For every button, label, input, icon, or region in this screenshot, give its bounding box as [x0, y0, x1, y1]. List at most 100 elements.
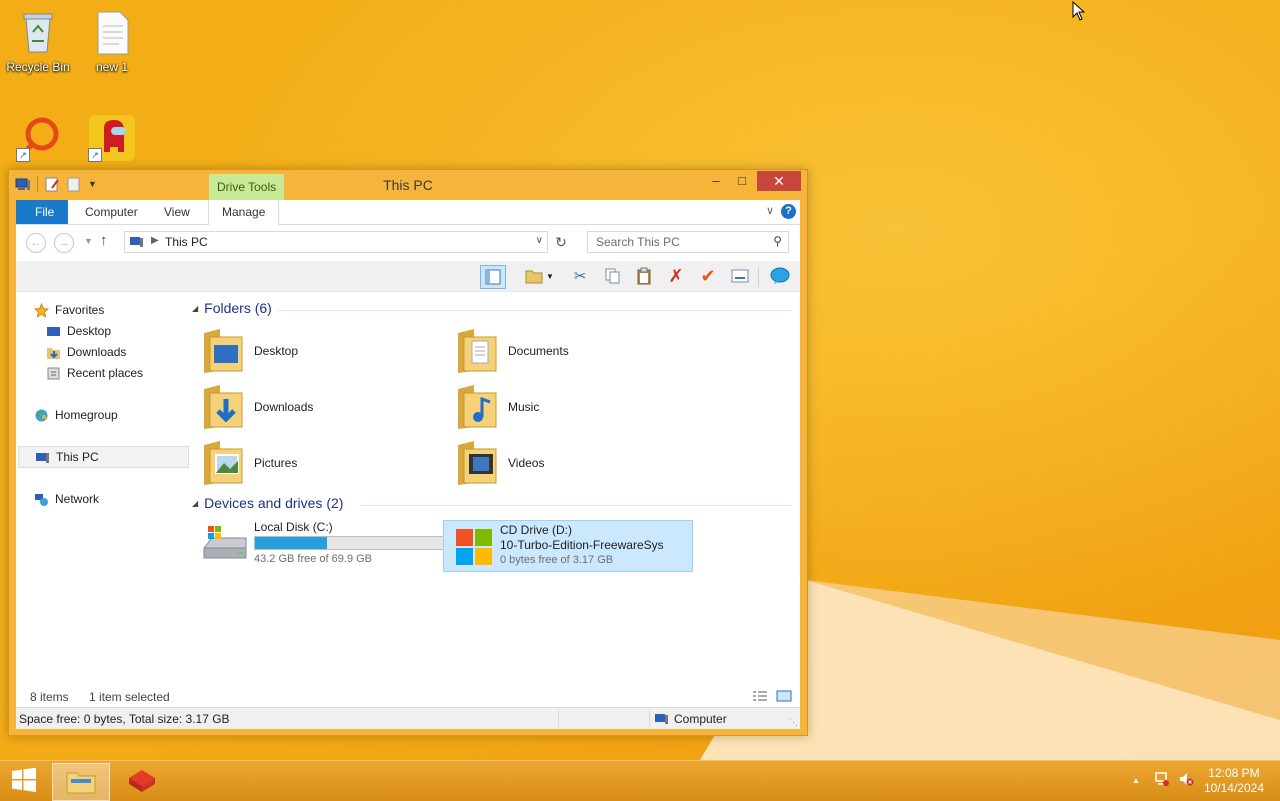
drive-volume-label: 10-Turbo-Edition-FreewareSys — [500, 538, 664, 552]
folders-group-header[interactable]: ◢ Folders (6) — [192, 300, 272, 316]
recent-places-icon — [46, 366, 61, 381]
group-divider — [278, 310, 792, 311]
tab-manage[interactable]: Manage — [208, 200, 280, 225]
resize-grip-icon[interactable]: ⋱ — [789, 717, 798, 728]
search-icon[interactable]: ⚲ — [773, 234, 782, 248]
tab-view[interactable]: View — [151, 200, 203, 224]
drives-group-header[interactable]: ◢ Devices and drives (2) — [192, 495, 343, 511]
folder-item-videos[interactable]: Videos — [456, 438, 706, 488]
refresh-icon[interactable]: ↻ — [550, 231, 572, 253]
cut-icon[interactable]: ✂ — [568, 265, 592, 287]
recent-locations-chevron-icon[interactable]: ▼ — [84, 236, 93, 246]
folder-name: Videos — [508, 456, 545, 470]
desktop-icon-recycle-bin[interactable]: Recycle Bin — [0, 8, 76, 74]
title-bar[interactable]: ▼ Drive Tools This PC – □ ✕ — [9, 170, 807, 200]
expand-ribbon-chevron-down-icon[interactable]: ∨ — [766, 204, 774, 217]
desktop-icon-app-shortcut[interactable]: ↗ — [2, 114, 78, 166]
drive-free-space: 0 bytes free of 3.17 GB — [500, 554, 614, 566]
drives-header-label: Devices and drives (2) — [204, 495, 344, 511]
drive-name: CD Drive (D:) — [500, 523, 572, 537]
collapse-triangle-icon: ◢ — [192, 498, 199, 508]
folder-item-downloads[interactable]: Downloads — [202, 382, 452, 432]
folder-item-documents[interactable]: Documents — [456, 326, 706, 376]
tab-computer[interactable]: Computer — [72, 200, 151, 224]
taskbar-app[interactable] — [114, 763, 170, 799]
folder-name: Documents — [508, 344, 569, 358]
nav-recent-places-label: Recent places — [67, 366, 144, 380]
folder-item-pictures[interactable]: Pictures — [202, 438, 452, 488]
downloads-folder-icon — [202, 383, 244, 431]
windows-cd-drive-icon — [454, 527, 500, 567]
taskbar-file-explorer[interactable] — [52, 763, 110, 801]
desktop-icon-new-1[interactable]: new 1 — [74, 8, 150, 74]
nav-favorites[interactable]: Favorites — [33, 300, 104, 320]
status-location: Computer — [674, 712, 727, 726]
address-history-chevron-down-icon[interactable]: ∨ — [536, 235, 543, 246]
nav-homegroup[interactable]: Homegroup — [34, 405, 118, 425]
details-view-icon[interactable] — [752, 690, 768, 705]
drive-name: Local Disk (C:) — [254, 520, 333, 534]
drive-free-space: 43.2 GB free of 69.9 GB — [254, 553, 373, 565]
start-button[interactable] — [4, 765, 44, 797]
space-info: Space free: 0 bytes, Total size: 3.17 GB — [19, 712, 230, 726]
drive-usage-fill — [255, 537, 327, 549]
folder-item-desktop[interactable]: Desktop — [202, 326, 452, 376]
help-icon[interactable]: ? — [781, 204, 796, 219]
videos-folder-icon — [456, 439, 498, 487]
volume-muted-icon[interactable] — [1178, 771, 1194, 790]
navigation-pane-icon[interactable] — [480, 265, 506, 289]
star-icon — [33, 302, 50, 318]
maximize-button[interactable]: □ — [727, 171, 757, 191]
nav-desktop[interactable]: Desktop — [46, 321, 111, 341]
clock[interactable]: 12:08 PM 10/14/2024 — [1204, 766, 1264, 796]
toolbar-divider — [758, 267, 759, 287]
app-shortcut-icon: ↗ — [16, 114, 64, 162]
mouse-cursor-icon — [1072, 0, 1086, 24]
delete-icon[interactable]: ✗ — [664, 265, 688, 287]
homegroup-icon — [34, 408, 49, 423]
breadcrumb[interactable]: This PC — [165, 235, 208, 249]
clock-date: 10/14/2024 — [1203, 781, 1264, 795]
documents-folder-icon — [456, 327, 498, 375]
windows-logo-icon — [10, 766, 38, 797]
shortcut-arrow-icon: ↗ — [88, 148, 102, 162]
up-arrow-icon[interactable]: ↑ — [100, 232, 108, 249]
desktop-icon — [46, 324, 61, 339]
close-button[interactable]: ✕ — [757, 171, 801, 191]
properties-icon[interactable] — [728, 265, 752, 287]
ribbon-tabs: File Computer View Manage ∨ ? — [16, 200, 800, 225]
folder-name: Downloads — [254, 400, 314, 414]
address-field[interactable]: ▶ This PC ∨ — [124, 231, 548, 253]
large-icons-view-icon[interactable] — [776, 690, 792, 705]
forward-arrow-icon[interactable]: → — [54, 233, 74, 253]
nav-this-pc[interactable]: This PC — [18, 446, 189, 468]
group-divider — [360, 505, 792, 506]
copy-icon[interactable] — [600, 265, 624, 287]
folder-item-music[interactable]: Music — [456, 382, 706, 432]
back-arrow-icon[interactable]: ← — [26, 233, 46, 253]
search-input[interactable]: Search This PC ⚲ — [587, 231, 789, 253]
folder-options-chevron-down-icon[interactable]: ▼ — [544, 265, 556, 287]
status-bar: Space free: 0 bytes, Total size: 3.17 GB… — [16, 707, 800, 729]
folder-name: Pictures — [254, 456, 298, 470]
item-count: 8 items — [30, 690, 69, 704]
taskbar: ▲ 12:08 PM 10/14/2024 — [0, 760, 1280, 801]
rename-check-icon[interactable]: ✔ — [696, 265, 720, 287]
chat-bubble-icon[interactable] — [768, 265, 792, 287]
nav-network[interactable]: Network — [34, 489, 99, 509]
network-tray-icon[interactable] — [1154, 771, 1170, 790]
nav-downloads[interactable]: Downloads — [46, 342, 126, 362]
status-divider — [649, 710, 650, 727]
desktop-icon-label: new 1 — [95, 60, 129, 74]
nav-recent-places[interactable]: Recent places — [46, 363, 143, 383]
drive-item-local-disk[interactable]: Local Disk (C:) 43.2 GB free of 69.9 GB — [194, 518, 446, 568]
folders-header-label: Folders (6) — [204, 300, 272, 316]
tray-expand-icon[interactable]: ▲ — [1132, 776, 1140, 785]
paste-icon[interactable] — [632, 265, 656, 287]
drive-item-cd-drive-selected[interactable]: CD Drive (D:) 10-Turbo-Edition-FreewareS… — [443, 520, 693, 572]
tab-file[interactable]: File — [16, 200, 69, 224]
folder-options-icon[interactable] — [522, 265, 546, 287]
desktop-icon-among-us[interactable]: ↗ — [74, 114, 150, 166]
window-client: File Computer View Manage ∨ ? ← → ▼ ↑ ▶ … — [16, 200, 800, 729]
command-toolbar: ▼ ✂ ✗ ✔ — [16, 261, 800, 292]
